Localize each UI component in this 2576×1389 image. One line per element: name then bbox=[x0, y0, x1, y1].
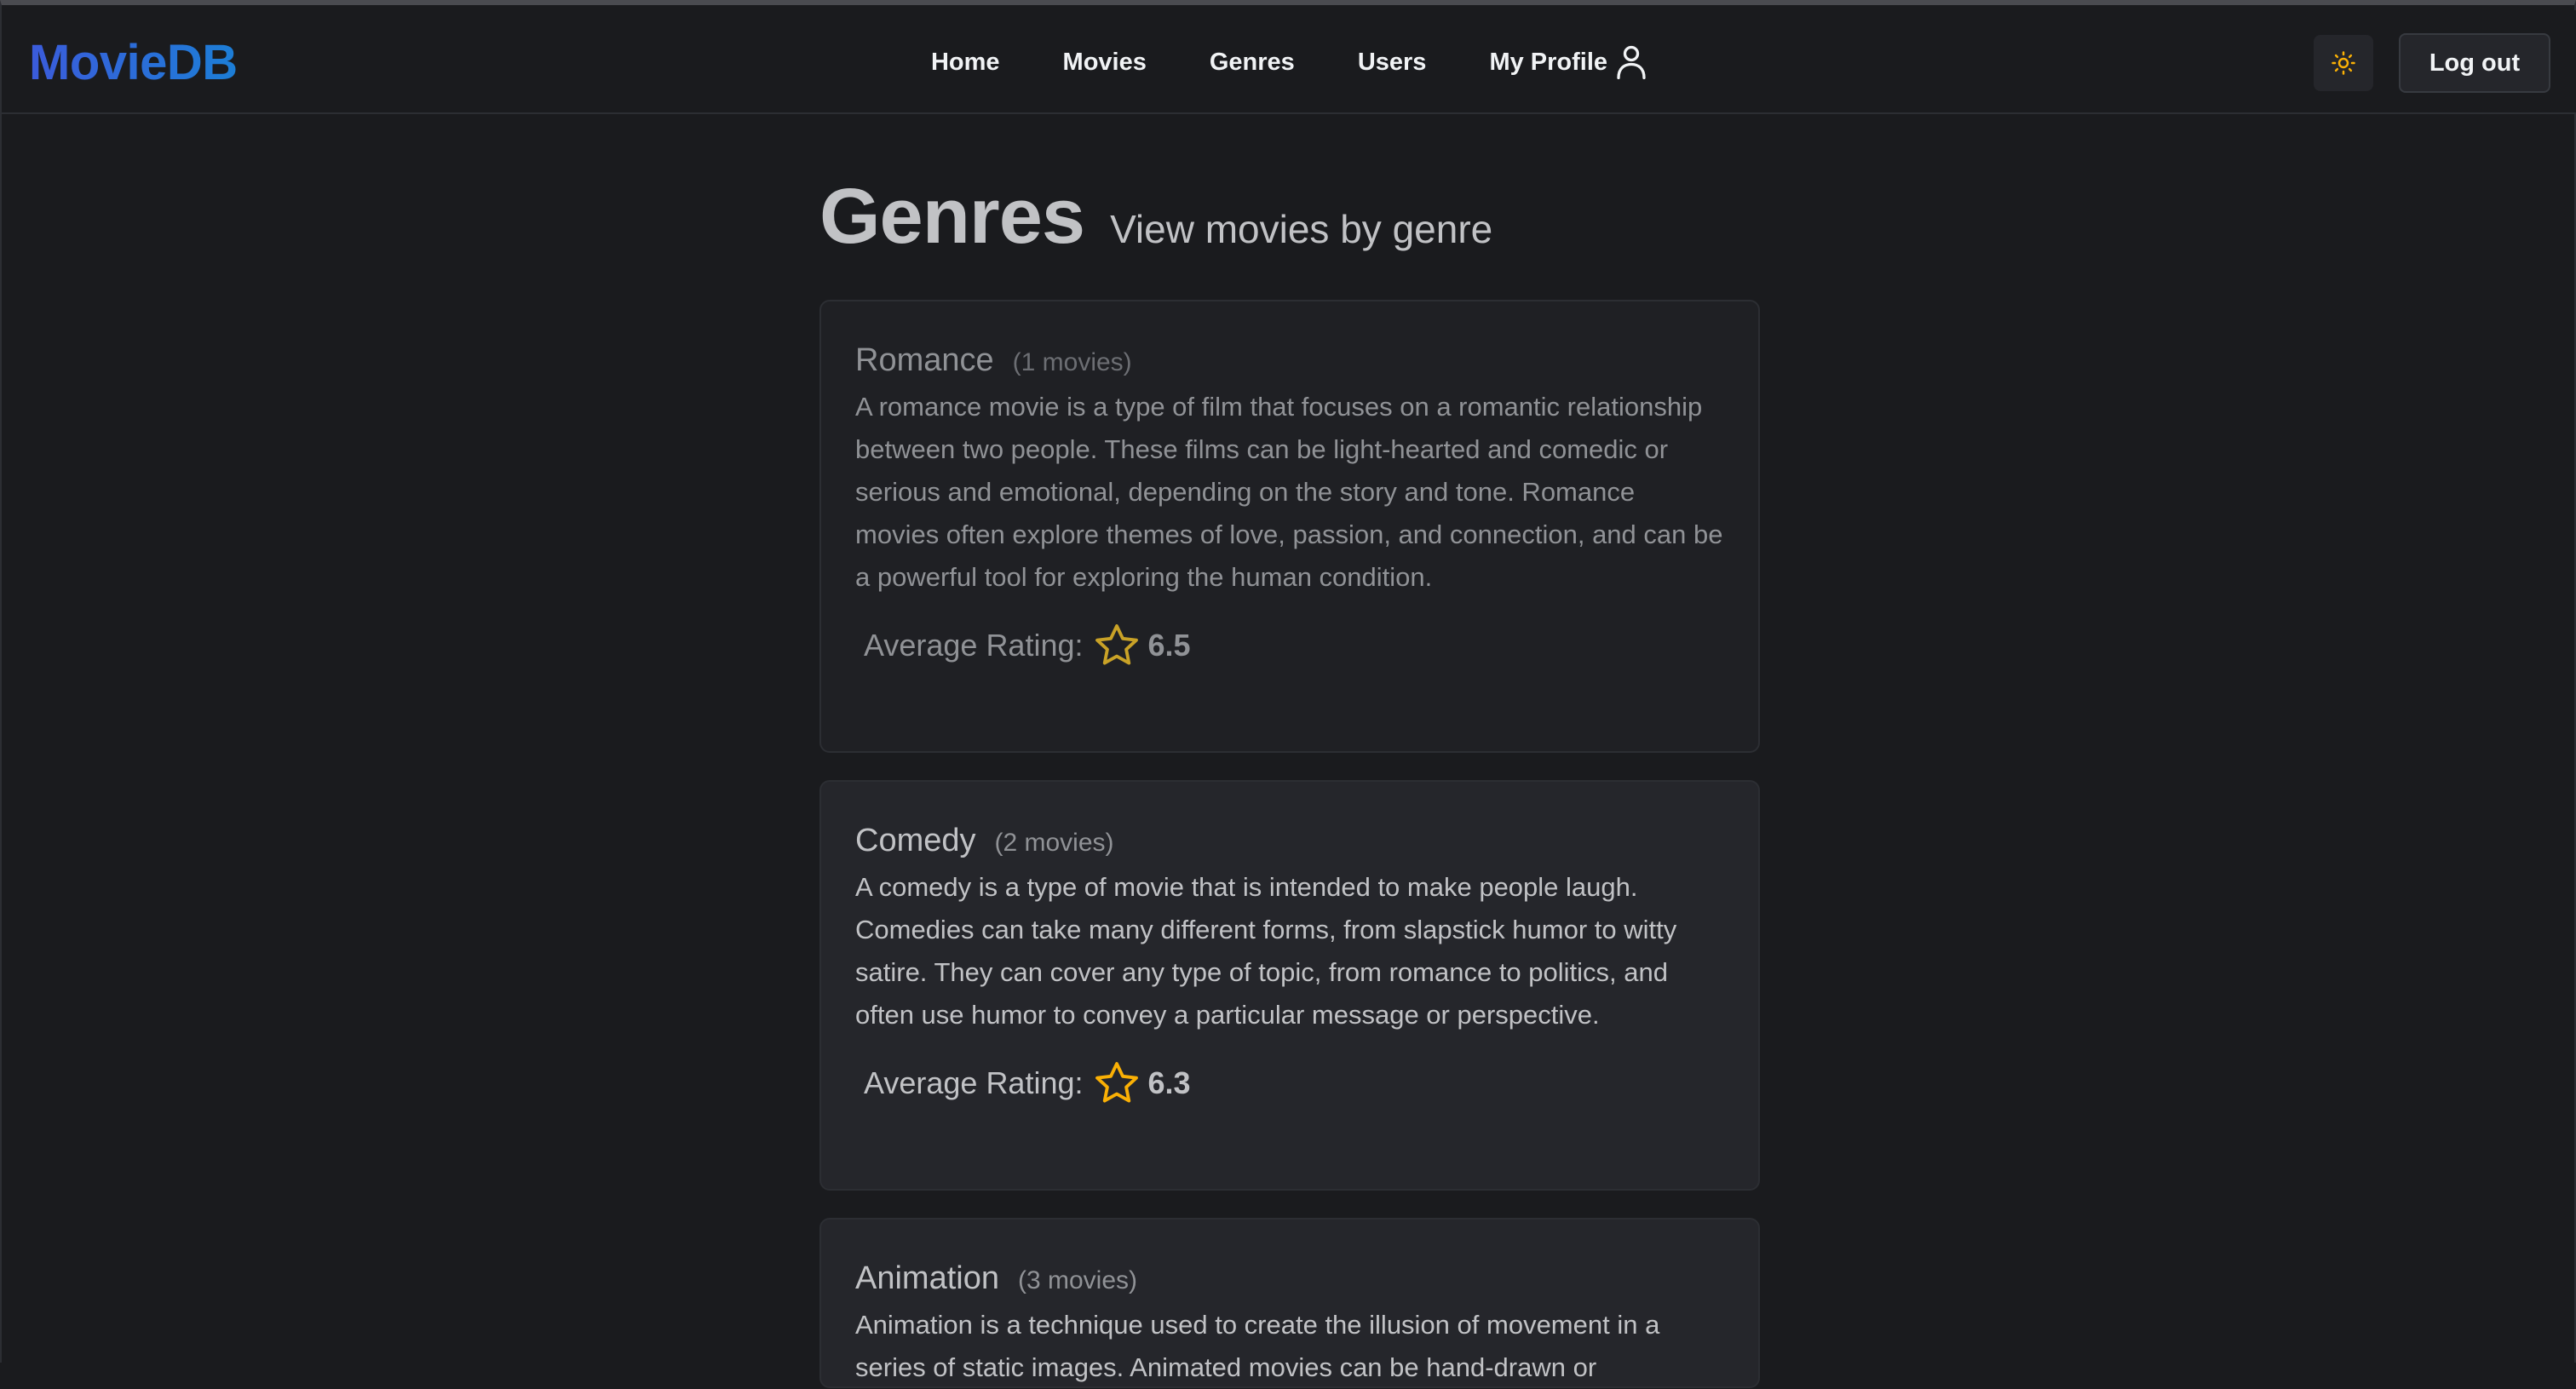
rating-value: 6.5 bbox=[1147, 628, 1191, 663]
app-window: MovieDB Home Movies Genres Users My Prof… bbox=[0, 0, 2576, 1388]
genre-card-comedy[interactable]: Comedy (2 movies) A comedy is a type of … bbox=[819, 780, 1760, 1191]
genre-movie-count: (1 movies) bbox=[1012, 348, 1132, 376]
genre-description: A comedy is a type of movie that is inte… bbox=[855, 872, 1677, 1030]
average-rating: Average Rating: 6.5 bbox=[855, 621, 1724, 670]
genre-card-header: Animation (3 movies) bbox=[855, 1260, 1724, 1297]
nav-my-profile[interactable]: My Profile bbox=[1458, 32, 1680, 93]
genre-card-header: Comedy (2 movies) bbox=[855, 823, 1724, 859]
page-header: Genres View movies by genre bbox=[819, 172, 1492, 261]
nav-movies[interactable]: Movies bbox=[1032, 37, 1178, 89]
nav-home[interactable]: Home bbox=[900, 37, 1032, 89]
genre-description: Animation is a technique used to create … bbox=[855, 1310, 1660, 1382]
average-rating: Average Rating: 6.3 bbox=[855, 1059, 1724, 1108]
rating-value: 6.3 bbox=[1147, 1065, 1191, 1100]
genre-movie-count: (3 movies) bbox=[1017, 1266, 1138, 1294]
sun-icon bbox=[2332, 51, 2355, 75]
user-icon bbox=[1617, 45, 1646, 79]
genre-name: Animation bbox=[855, 1260, 999, 1296]
genre-description: A romance movie is a type of film that f… bbox=[855, 392, 1723, 592]
nav-genres[interactable]: Genres bbox=[1178, 37, 1326, 89]
main-nav: Home Movies Genres Users My Profile bbox=[2, 10, 2576, 114]
genre-card-romance[interactable]: Romance (1 movies) A romance movie is a … bbox=[819, 300, 1760, 753]
genre-card-header: Romance (1 movies) bbox=[855, 342, 1724, 379]
logout-button[interactable]: Log out bbox=[2399, 33, 2550, 93]
rating-label: Average Rating: bbox=[864, 628, 1084, 663]
genre-name: Romance bbox=[855, 342, 994, 378]
star-icon bbox=[1095, 624, 1138, 665]
genre-movie-count: (2 movies) bbox=[994, 829, 1114, 857]
nav-users[interactable]: Users bbox=[1326, 37, 1458, 89]
genre-card-animation[interactable]: Animation (3 movies) Animation is a tech… bbox=[819, 1218, 1760, 1388]
theme-toggle-button[interactable] bbox=[2314, 35, 2373, 91]
page-title: Genres bbox=[819, 173, 1085, 260]
top-header: MovieDB Home Movies Genres Users My Prof… bbox=[2, 10, 2576, 114]
rating-label: Average Rating: bbox=[864, 1065, 1084, 1100]
star-icon bbox=[1095, 1062, 1138, 1103]
genre-name: Comedy bbox=[855, 823, 976, 858]
app-logo[interactable]: MovieDB bbox=[29, 34, 238, 91]
nav-my-profile-label: My Profile bbox=[1489, 48, 1608, 76]
page-subtitle: View movies by genre bbox=[1110, 207, 1493, 251]
